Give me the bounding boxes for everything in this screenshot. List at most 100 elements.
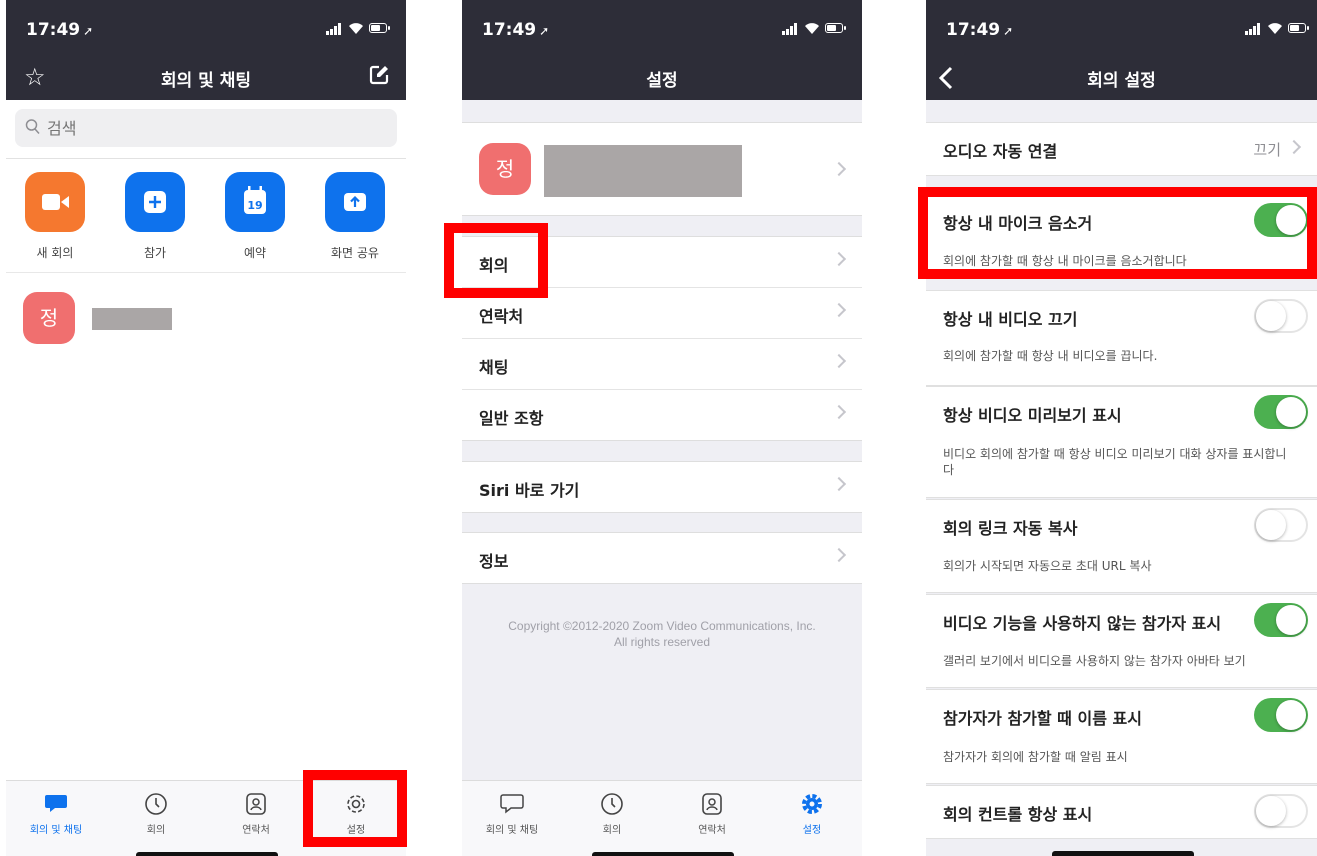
menu-label: 정보 [479,552,509,571]
clock-icon [116,789,196,819]
nav-bar: ☆ 회의 및 채팅 [6,58,406,100]
info-group: 정보 [462,532,862,584]
signal-bar [330,29,333,35]
setting-value: 끄기 [1253,141,1281,159]
menu-item-siri[interactable]: Siri 바로 가기 [462,462,862,512]
avatar: 정 [479,143,531,195]
signal-bar [334,26,337,35]
share-screen-button[interactable]: 화면 공유 [315,172,395,261]
setting-video-preview: 항상 비디오 미리보기 표시 비디오 회의에 참가할 때 항상 비디오 미리보기… [926,386,1317,498]
highlight-box [303,770,407,847]
search-input[interactable] [45,118,349,139]
chevron-right-icon [831,353,847,369]
chat-icon [16,789,96,819]
action-label: 새 회의 [36,246,74,260]
profile-row[interactable]: 정 [462,122,862,216]
setting-title: 회의 컨트롤 항상 표시 [943,805,1093,824]
calendar-icon: 19 [225,172,285,232]
redacted-name [544,145,742,197]
tab-label: 회의 [602,825,622,836]
signal-bar [790,26,793,35]
setting-desc: 회의가 시작되면 자동으로 초대 URL 복사 [943,559,1152,573]
setting-audio-auto-connect[interactable]: 오디오 자동 연결 끄기 [926,122,1317,176]
avatar[interactable]: 정 [23,292,75,344]
wifi-icon [349,23,363,34]
quick-actions: 새 회의 참가 19 예약 화면 공유 [6,172,406,273]
setting-show-non-video: 비디오 기능을 사용하지 않는 참가자 표시 갤러리 보기에서 비디오를 사용하… [926,594,1317,688]
contact-icon [672,789,752,819]
signal-icon [1245,31,1248,35]
copyright-text: Copyright ©2012-2020 Zoom Video Communic… [462,618,862,650]
signal-bar [1257,23,1260,35]
join-button[interactable]: 참가 [115,172,195,261]
search-icon [25,119,40,134]
share-screen-icon [325,172,385,232]
meetings-chat-screen: 17:49➚ ☆ 회의 및 채팅 새 회의 [6,0,406,856]
tab-label: 회의 및 채팅 [29,825,83,836]
show-non-video-toggle[interactable] [1254,603,1308,637]
highlight-box [444,223,548,298]
nav-bar: 회의 설정 [926,58,1317,100]
tab-label: 연락처 [242,825,270,836]
contact-icon [216,789,296,819]
search-box[interactable] [15,109,397,147]
chevron-right-icon [831,476,847,492]
status-bar: 17:49 ➚ [6,0,406,58]
battery-icon [1288,23,1309,33]
signal-bar [786,29,789,35]
status-bar: 17:49 ➚ [462,0,862,58]
setting-always-show-controls: 회의 컨트롤 항상 표시 [926,785,1317,839]
tab-settings[interactable]: 설정 [772,789,852,836]
show-controls-toggle[interactable] [1254,794,1308,828]
home-indicator [136,852,278,856]
battery-icon [369,23,390,33]
page-title: 설정 [646,71,678,91]
tab-meetings[interactable]: 회의 [572,789,652,836]
battery-icon [825,23,846,33]
status-icons [326,21,390,35]
copy-link-toggle[interactable] [1254,508,1308,542]
status-icons [782,21,846,35]
schedule-button[interactable]: 19 예약 [215,172,295,261]
show-names-toggle[interactable] [1254,698,1308,732]
video-off-toggle[interactable] [1254,299,1308,333]
menu-item-general[interactable]: 일반 조항 [462,390,862,440]
tab-meetings-chat[interactable]: 회의 및 채팅 [472,789,552,836]
tab-contacts[interactable]: 연락처 [216,789,296,836]
gear-icon [772,789,852,819]
signal-icon [782,31,785,35]
tab-label: 설정 [802,825,822,836]
chevron-right-icon [831,251,847,267]
new-meeting-button[interactable]: 새 회의 [15,172,95,261]
chevron-right-icon [1286,139,1302,155]
menu-label: 일반 조항 [479,409,544,428]
tab-bar: 회의 및 채팅 회의 연락처 설정 [462,780,862,856]
video-preview-toggle[interactable] [1254,395,1308,429]
compose-icon[interactable] [368,64,390,90]
siri-group: Siri 바로 가기 [462,461,862,513]
location-icon: ➚ [83,24,94,38]
tab-meetings-chat[interactable]: 회의 및 채팅 [16,789,96,836]
plus-icon [125,172,185,232]
page-title: 회의 및 채팅 [160,71,252,91]
status-time: 17:49 ➚ [26,20,94,40]
location-icon: ➚ [539,24,550,38]
home-indicator [1052,851,1194,856]
action-label: 예약 [243,246,267,260]
signal-bar [1253,26,1256,35]
menu-item-chat[interactable]: 채팅 [462,339,862,390]
setting-desc: 비디오 회의에 참가할 때 항상 비디오 미리보기 대화 상자를 표시합니다 [943,447,1287,477]
tab-meetings[interactable]: 회의 [116,789,196,836]
setting-video-off: 항상 내 비디오 끄기 회의에 참가할 때 항상 내 비디오를 끕니다. [926,290,1317,386]
calendar-day: 19 [247,199,262,212]
menu-item-info[interactable]: 정보 [462,533,862,583]
clock-icon [572,789,652,819]
menu-label: 채팅 [479,358,509,377]
status-bar: 17:49 ➚ [926,0,1317,58]
menu-label: Siri 바로 가기 [479,481,580,500]
location-icon: ➚ [1003,24,1014,38]
wifi-icon [805,23,819,34]
settings-screen: 17:49 ➚ 설정 정 회의 연락처 채팅 일반 조항 Siri 바로 가기 정… [462,0,862,856]
tab-contacts[interactable]: 연락처 [672,789,752,836]
status-time: 17:49 ➚ [482,20,550,40]
